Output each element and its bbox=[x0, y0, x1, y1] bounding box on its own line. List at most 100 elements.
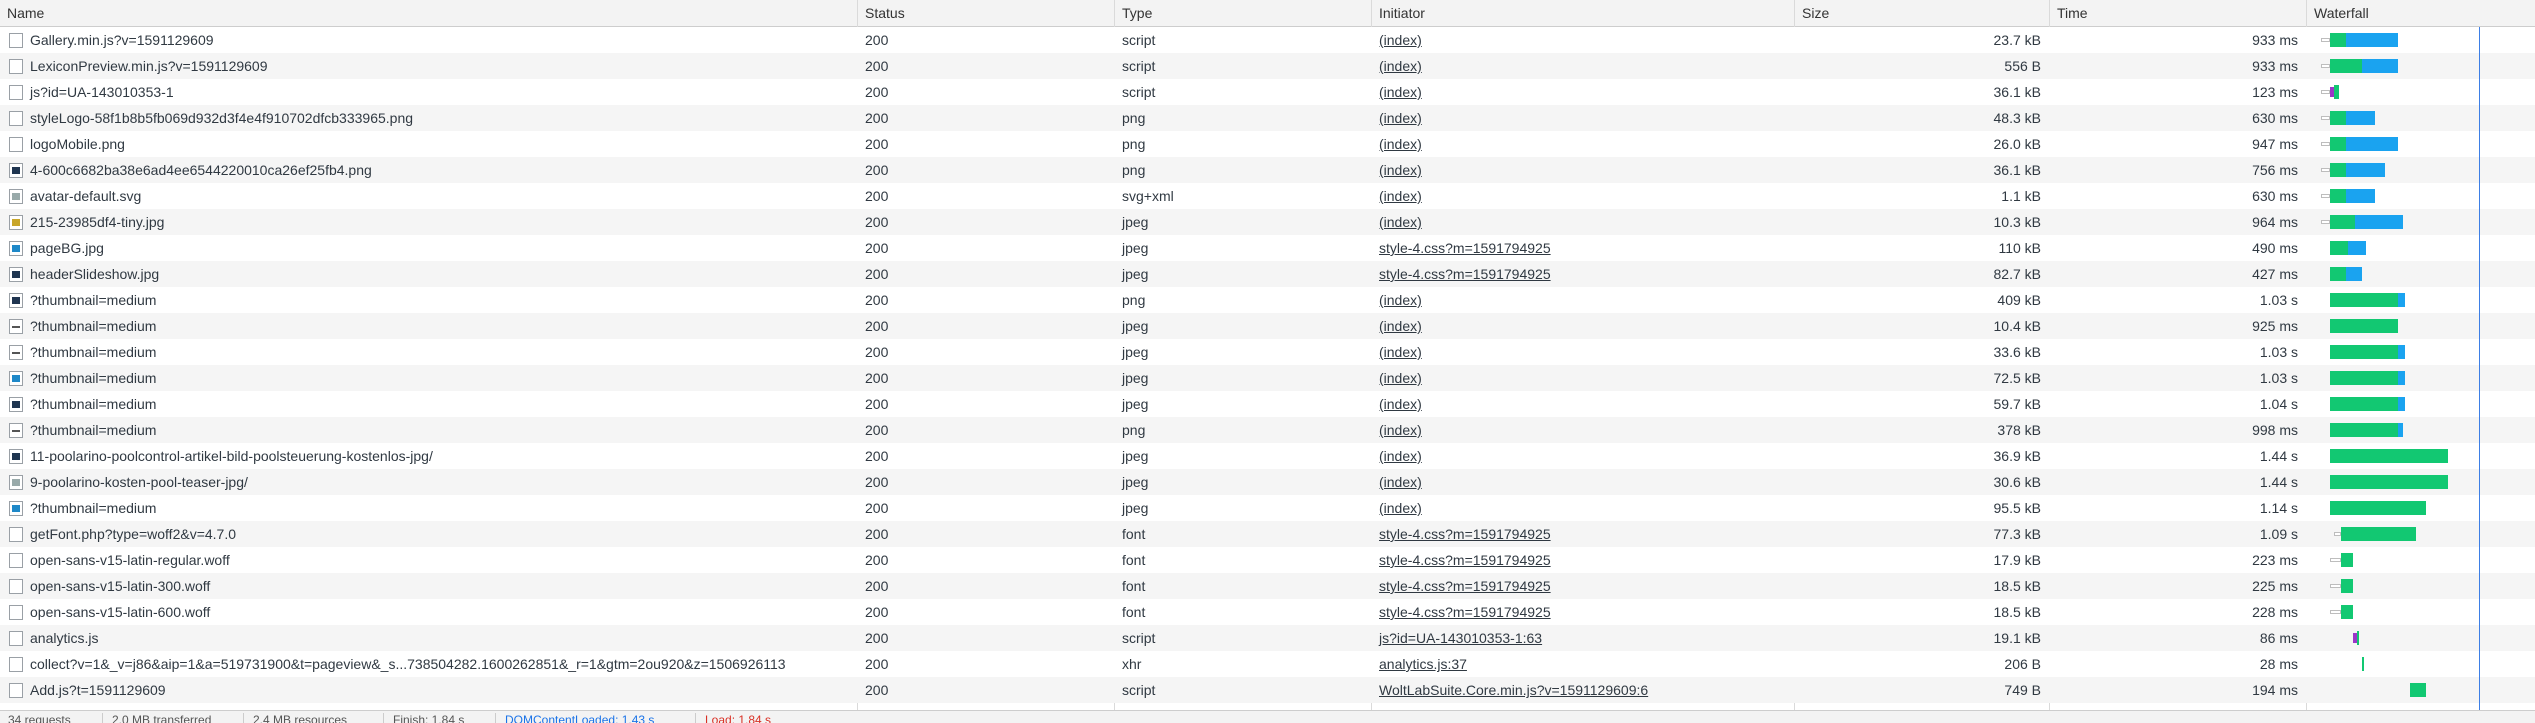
waterfall-cell[interactable] bbox=[2307, 131, 2535, 157]
table-row[interactable]: Add.js?t=1591129609 200 script WoltLabSuite… bbox=[0, 677, 2535, 703]
request-name-cell[interactable]: headerSlideshow.jpg bbox=[0, 261, 857, 287]
table-row[interactable]: js?id=UA-143010353-1 200 script (index) 36.1… bbox=[0, 79, 2535, 105]
initiator-cell[interactable]: (index) bbox=[1372, 209, 1794, 235]
initiator-cell-text[interactable]: style-4.css?m=1591794925 bbox=[1379, 526, 1551, 542]
request-name-cell[interactable]: ?thumbnail=medium bbox=[0, 313, 857, 339]
table-row[interactable]: collect?v=1&_v=j86&aip=1&a=519731900&t=p… bbox=[0, 651, 2535, 677]
initiator-cell[interactable]: (index) bbox=[1372, 443, 1794, 469]
initiator-cell[interactable]: (index) bbox=[1372, 131, 1794, 157]
request-name-cell[interactable]: logoMobile.png bbox=[0, 131, 857, 157]
initiator-cell-text[interactable]: WoltLabSuite.Core.min.js?v=1591129609:6 bbox=[1379, 682, 1648, 698]
initiator-cell-text[interactable]: (index) bbox=[1379, 110, 1422, 126]
table-row[interactable]: avatar-default.svg 200 svg+xml (index) 1.1 k… bbox=[0, 183, 2535, 209]
initiator-cell[interactable]: (index) bbox=[1372, 391, 1794, 417]
table-row[interactable]: ?thumbnail=medium 200 png (index) 409 kB 1.03… bbox=[0, 287, 2535, 313]
request-name-cell[interactable]: getFont.php?type=woff2&v=4.7.0 bbox=[0, 521, 857, 547]
initiator-cell-text[interactable]: (index) bbox=[1379, 500, 1422, 516]
initiator-cell-text[interactable]: (index) bbox=[1379, 84, 1422, 100]
initiator-cell[interactable]: (index) bbox=[1372, 27, 1794, 53]
request-name-cell[interactable]: Gallery.min.js?v=1591129609 bbox=[0, 27, 857, 53]
initiator-cell[interactable]: (index) bbox=[1372, 183, 1794, 209]
waterfall-cell[interactable] bbox=[2307, 651, 2535, 677]
initiator-cell-text[interactable]: (index) bbox=[1379, 136, 1422, 152]
table-row[interactable]: 4-600c6682ba38e6ad4ee6544220010ca26ef25f… bbox=[0, 157, 2535, 183]
waterfall-cell[interactable] bbox=[2307, 677, 2535, 703]
request-name-cell[interactable]: ?thumbnail=medium bbox=[0, 495, 857, 521]
initiator-cell[interactable]: (index) bbox=[1372, 495, 1794, 521]
initiator-cell[interactable]: (index) bbox=[1372, 79, 1794, 105]
waterfall-cell[interactable] bbox=[2307, 261, 2535, 287]
col-header-time[interactable]: Time bbox=[2050, 0, 2306, 26]
request-name-cell[interactable]: analytics.js bbox=[0, 625, 857, 651]
initiator-cell[interactable]: (index) bbox=[1372, 53, 1794, 79]
table-row[interactable]: 9-poolarino-kosten-pool-teaser-jpg/200 jp… bbox=[0, 469, 2535, 495]
initiator-cell-text[interactable]: (index) bbox=[1379, 32, 1422, 48]
initiator-cell[interactable]: WoltLabSuite.Core.min.js?v=1591129609:6 bbox=[1372, 677, 1794, 703]
request-name-cell[interactable]: open-sans-v15-latin-regular.woff bbox=[0, 547, 857, 573]
waterfall-cell[interactable] bbox=[2307, 495, 2535, 521]
initiator-cell-text[interactable]: (index) bbox=[1379, 474, 1422, 490]
initiator-cell[interactable]: analytics.js:37 bbox=[1372, 651, 1794, 677]
col-header-initiator[interactable]: Initiator bbox=[1372, 0, 1794, 26]
waterfall-cell[interactable] bbox=[2307, 365, 2535, 391]
request-name-cell[interactable]: 11-poolarino-poolcontrol-artikel-bild-po… bbox=[0, 443, 857, 469]
initiator-cell-text[interactable]: style-4.css?m=1591794925 bbox=[1379, 578, 1551, 594]
waterfall-cell[interactable] bbox=[2307, 27, 2535, 53]
waterfall-cell[interactable] bbox=[2307, 235, 2535, 261]
table-row[interactable]: open-sans-v15-latin-300.woff 200 font style… bbox=[0, 573, 2535, 599]
request-name-cell[interactable]: ?thumbnail=medium bbox=[0, 417, 857, 443]
waterfall-cell[interactable] bbox=[2307, 287, 2535, 313]
initiator-cell-text[interactable]: (index) bbox=[1379, 292, 1422, 308]
request-name-cell[interactable]: 215-23985df4-tiny.jpg bbox=[0, 209, 857, 235]
initiator-cell[interactable]: (index) bbox=[1372, 339, 1794, 365]
initiator-cell-text[interactable]: (index) bbox=[1379, 318, 1422, 334]
waterfall-cell[interactable] bbox=[2307, 599, 2535, 625]
table-row[interactable]: ?thumbnail=medium 200 jpeg (index) 33.6 kB 1.… bbox=[0, 339, 2535, 365]
initiator-cell-text[interactable]: style-4.css?m=1591794925 bbox=[1379, 266, 1551, 282]
initiator-cell-text[interactable]: style-4.css?m=1591794925 bbox=[1379, 604, 1551, 620]
col-header-type[interactable]: Type bbox=[1115, 0, 1371, 26]
initiator-cell-text[interactable]: style-4.css?m=1591794925 bbox=[1379, 240, 1551, 256]
table-row[interactable]: open-sans-v15-latin-600.woff 200 font style… bbox=[0, 599, 2535, 625]
table-row[interactable]: styleLogo-58f1b8b5fb069d932d3f4e4f910702… bbox=[0, 105, 2535, 131]
table-row[interactable]: Gallery.min.js?v=1591129609 200 script (ind… bbox=[0, 27, 2535, 53]
initiator-cell-text[interactable]: (index) bbox=[1379, 162, 1422, 178]
request-name-cell[interactable]: ?thumbnail=medium bbox=[0, 391, 857, 417]
waterfall-cell[interactable] bbox=[2307, 53, 2535, 79]
request-name-cell[interactable]: Add.js?t=1591129609 bbox=[0, 677, 857, 703]
waterfall-cell[interactable] bbox=[2307, 417, 2535, 443]
request-name-cell[interactable]: ?thumbnail=medium bbox=[0, 339, 857, 365]
waterfall-cell[interactable] bbox=[2307, 625, 2535, 651]
table-row[interactable]: analytics.js 200 script js?id=UA-143010353-… bbox=[0, 625, 2535, 651]
request-name-cell[interactable]: 4-600c6682ba38e6ad4ee6544220010ca26ef25f… bbox=[0, 157, 857, 183]
waterfall-cell[interactable] bbox=[2307, 313, 2535, 339]
table-row[interactable]: 11-poolarino-poolcontrol-artikel-bild-po… bbox=[0, 443, 2535, 469]
initiator-cell-text[interactable]: (index) bbox=[1379, 370, 1422, 386]
waterfall-cell[interactable] bbox=[2307, 547, 2535, 573]
initiator-cell-text[interactable]: (index) bbox=[1379, 188, 1422, 204]
waterfall-cell[interactable] bbox=[2307, 521, 2535, 547]
table-row[interactable]: ?thumbnail=medium 200 jpeg (index) 72.5 kB 1.… bbox=[0, 365, 2535, 391]
request-name-cell[interactable]: pageBG.jpg bbox=[0, 235, 857, 261]
waterfall-cell[interactable] bbox=[2307, 157, 2535, 183]
waterfall-cell[interactable] bbox=[2307, 209, 2535, 235]
initiator-cell-text[interactable]: (index) bbox=[1379, 344, 1422, 360]
initiator-cell[interactable]: style-4.css?m=1591794925 bbox=[1372, 547, 1794, 573]
waterfall-cell[interactable] bbox=[2307, 469, 2535, 495]
table-row[interactable]: headerSlideshow.jpg 200 jpeg style-4.css?m=… bbox=[0, 261, 2535, 287]
request-name-cell[interactable]: js?id=UA-143010353-1 bbox=[0, 79, 857, 105]
waterfall-cell[interactable] bbox=[2307, 391, 2535, 417]
table-row[interactable]: getFont.php?type=woff2&v=4.7.0 200 font sty… bbox=[0, 521, 2535, 547]
initiator-cell-text[interactable]: (index) bbox=[1379, 214, 1422, 230]
initiator-cell[interactable]: (index) bbox=[1372, 417, 1794, 443]
waterfall-cell[interactable] bbox=[2307, 183, 2535, 209]
initiator-cell-text[interactable]: (index) bbox=[1379, 448, 1422, 464]
waterfall-cell[interactable] bbox=[2307, 339, 2535, 365]
waterfall-cell[interactable] bbox=[2307, 573, 2535, 599]
table-row[interactable]: ?thumbnail=medium 200 jpeg (index) 95.5 kB 1.… bbox=[0, 495, 2535, 521]
initiator-cell-text[interactable]: analytics.js:37 bbox=[1379, 656, 1467, 672]
initiator-cell[interactable]: (index) bbox=[1372, 287, 1794, 313]
request-name-cell[interactable]: ?thumbnail=medium bbox=[0, 365, 857, 391]
table-row[interactable]: 215-23985df4-tiny.jpg 200 jpeg (index) 10.3 … bbox=[0, 209, 2535, 235]
request-name-cell[interactable]: open-sans-v15-latin-600.woff bbox=[0, 599, 857, 625]
